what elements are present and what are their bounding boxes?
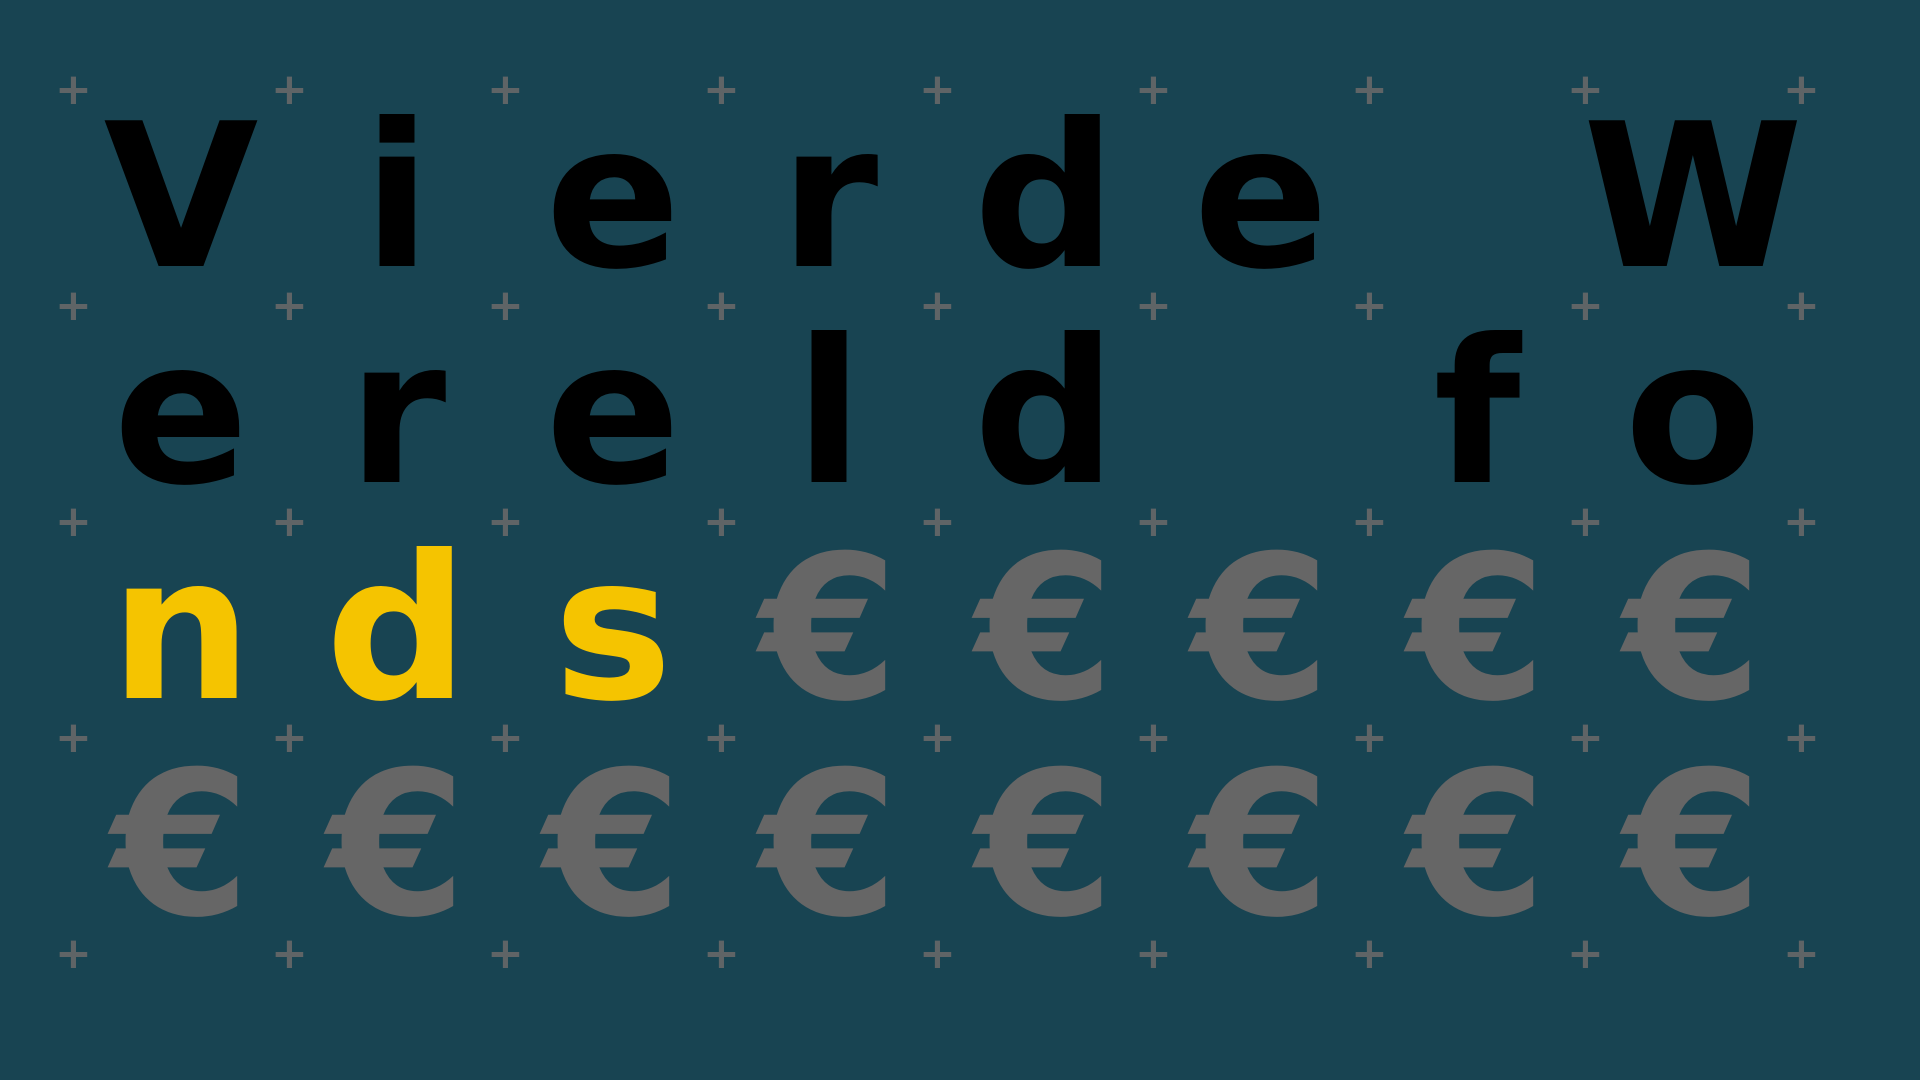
euro-icon: € <box>111 729 251 962</box>
euro-icon: € <box>1623 513 1763 746</box>
grid-letter: i <box>362 81 432 314</box>
grid-letter: d <box>973 297 1117 530</box>
grid-letter: e <box>545 81 681 314</box>
grid-letter: r <box>779 81 879 314</box>
grid-letter: e <box>545 297 681 530</box>
grid-letter: r <box>347 297 447 530</box>
grid-letter: n <box>109 513 253 746</box>
euro-icon: € <box>975 729 1115 962</box>
grid-letter: e <box>1193 81 1329 314</box>
euro-icon: € <box>543 729 683 962</box>
grid-letter: s <box>553 513 673 746</box>
grid-letter: d <box>325 513 469 746</box>
euro-icon: € <box>1407 513 1547 746</box>
euro-icon: € <box>327 729 467 962</box>
euro-icon: € <box>975 513 1115 746</box>
grid-letter: d <box>973 81 1117 314</box>
euro-icon: € <box>1191 729 1331 962</box>
letter-grid-canvas: + + + + + + + + + + + + + + + + + + + + + + + + + + + + + + + + + + + + + + + +… <box>0 0 1920 1080</box>
grid-letter: l <box>794 297 864 530</box>
grid-letter: e <box>113 297 249 530</box>
grid-letter: W <box>1582 81 1804 314</box>
euro-icon: € <box>759 513 899 746</box>
euro-icon: € <box>1623 729 1763 962</box>
euro-icon: € <box>1407 729 1547 962</box>
grid-letter: o <box>1624 297 1762 530</box>
grid-letter: V <box>103 81 259 314</box>
grid-empty-cell <box>1153 306 1369 522</box>
euro-icon: € <box>1191 513 1331 746</box>
grid-empty-cell <box>1369 90 1585 306</box>
grid-letter: f <box>1433 297 1521 530</box>
euro-icon: € <box>759 729 899 962</box>
